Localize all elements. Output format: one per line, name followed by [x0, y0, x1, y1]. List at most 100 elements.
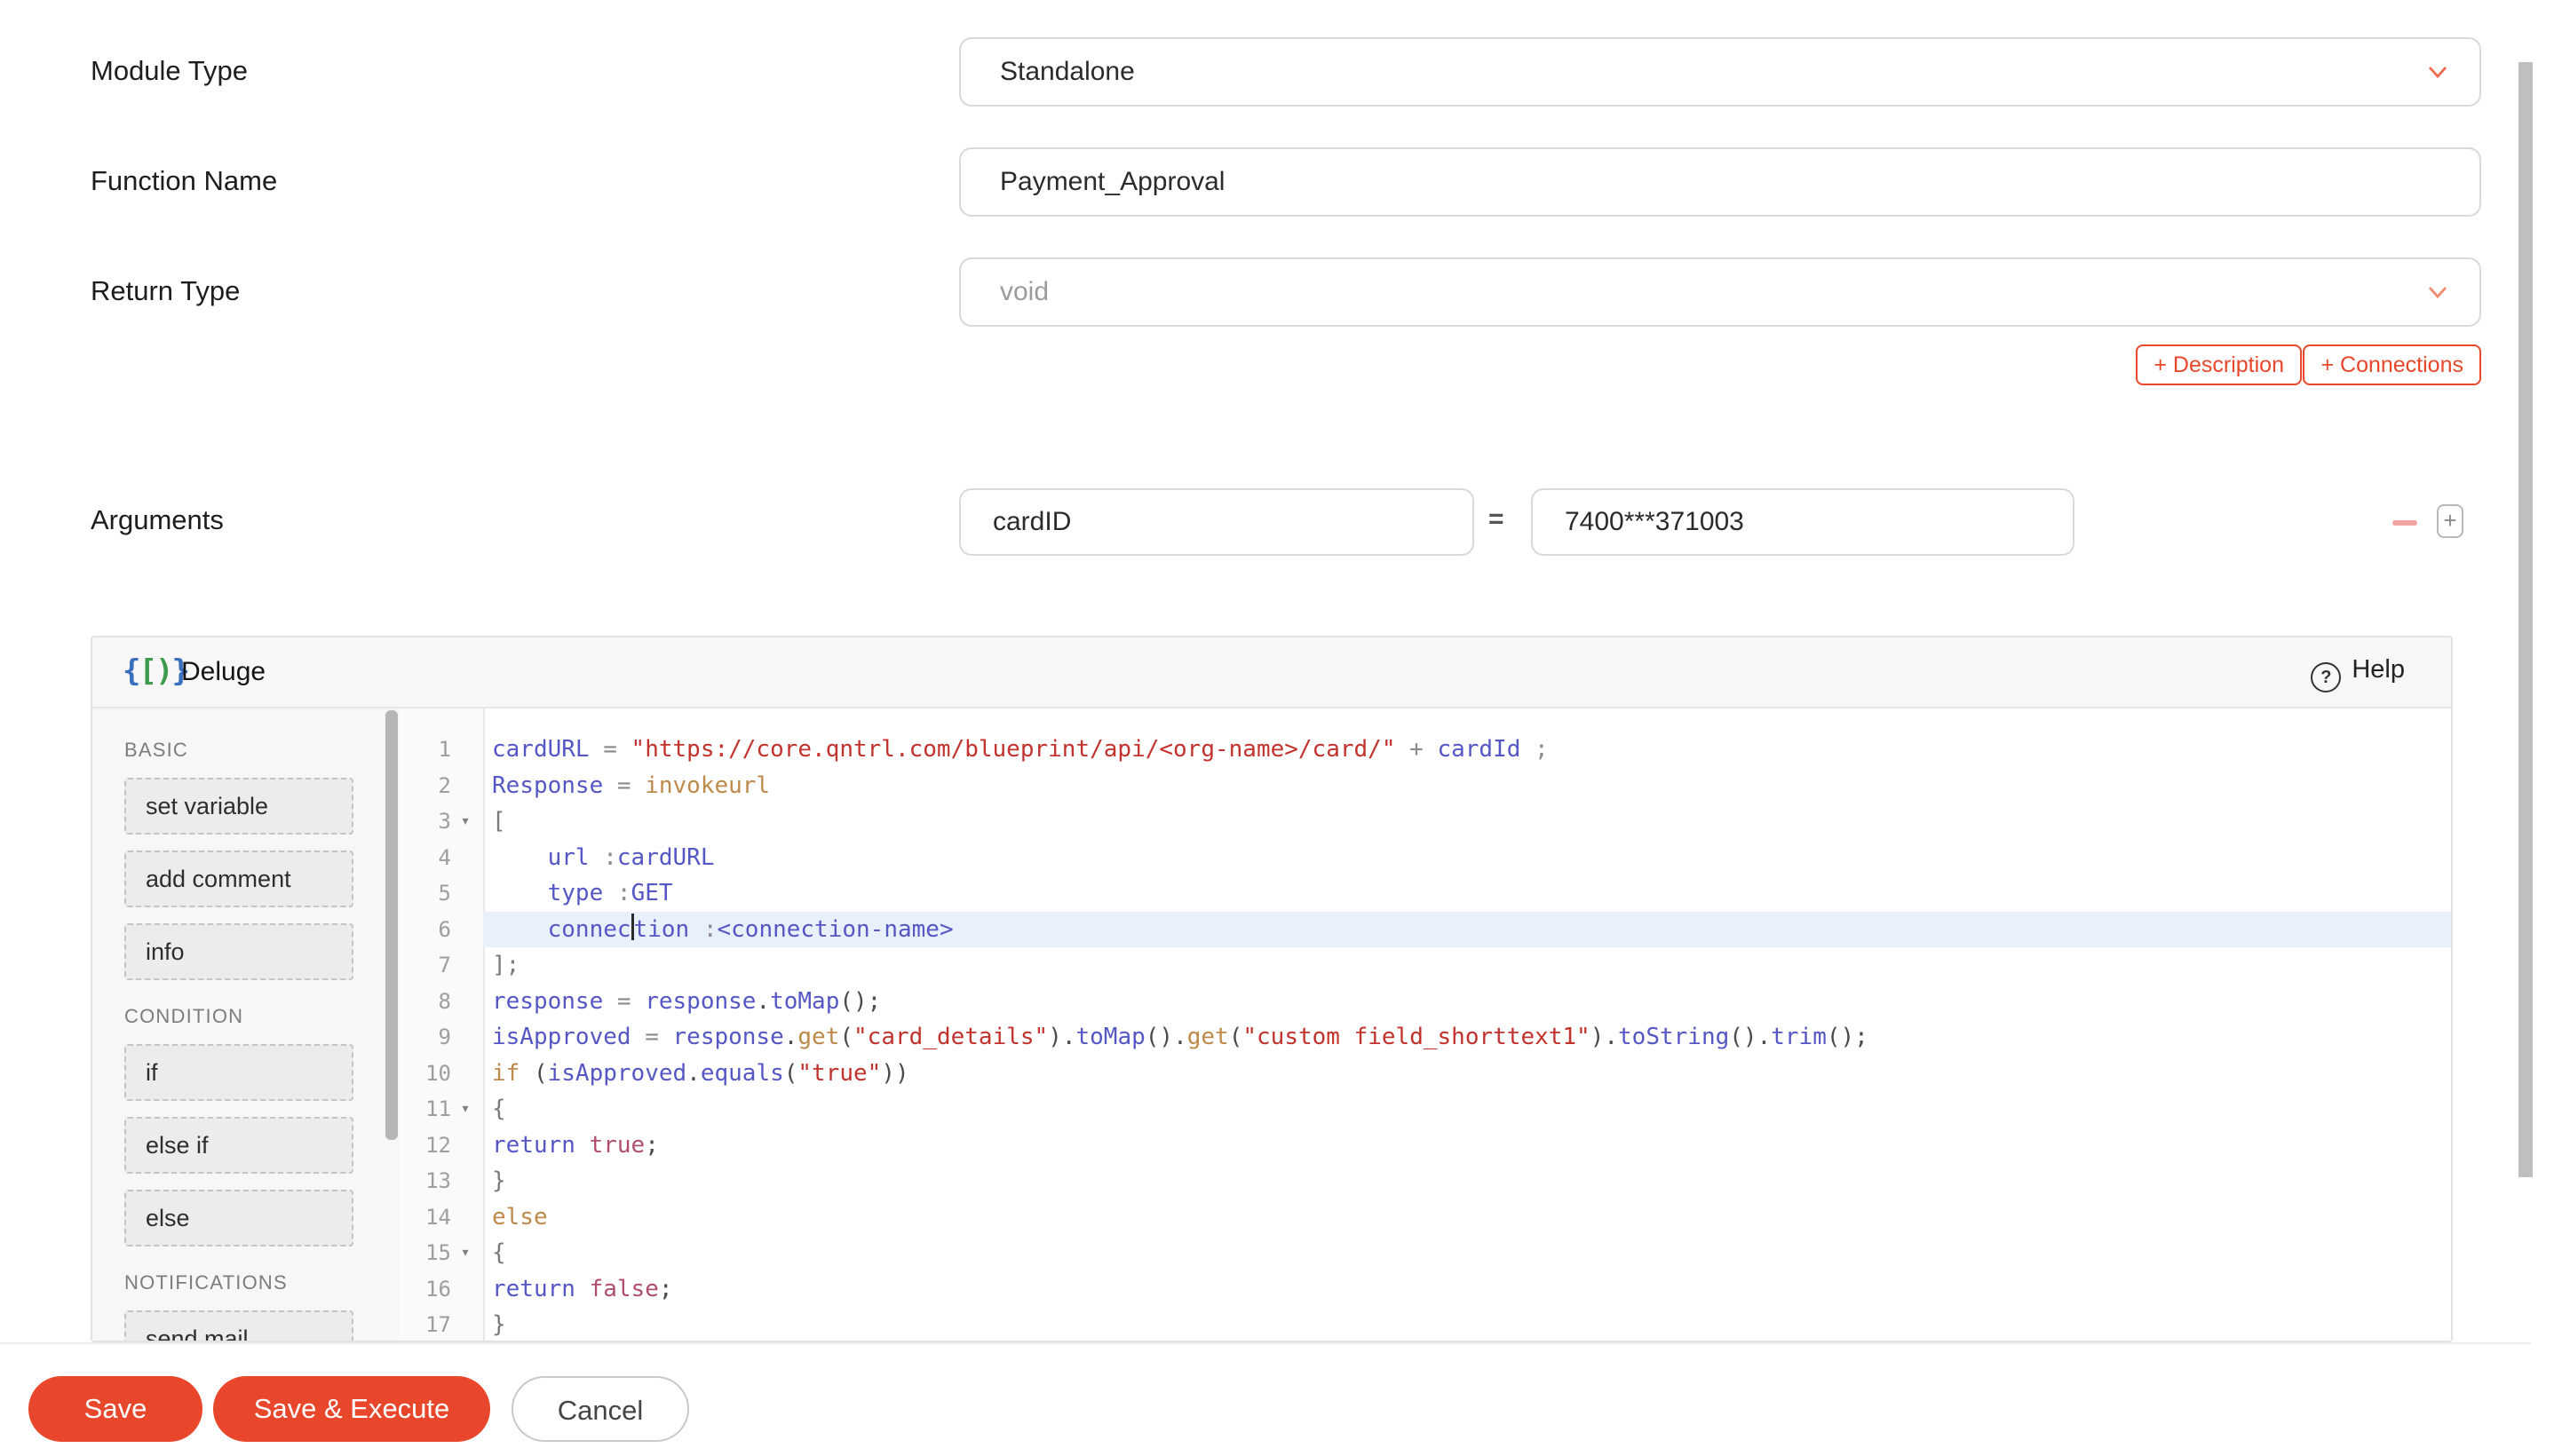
line-number: 16	[400, 1271, 483, 1308]
code-text: else	[483, 1199, 2451, 1236]
editor-title: Deluge	[181, 657, 266, 687]
line-number: 4	[400, 840, 483, 876]
line-number: 17	[400, 1307, 483, 1341]
add-description-button[interactable]: + Description	[2136, 344, 2302, 385]
save-execute-button[interactable]: Save & Execute	[213, 1376, 490, 1442]
code-line[interactable]: 9isApproved = response.get("card_details…	[400, 1019, 2451, 1056]
line-number: 5	[400, 875, 483, 912]
help-icon: ?	[2311, 662, 2341, 692]
fold-arrow-icon[interactable]: ▾	[451, 1235, 480, 1271]
editor-header: {[)} Deluge ? Help	[92, 637, 2451, 708]
sidebar-scrollbar-thumb[interactable]	[385, 710, 398, 1140]
line-number: 15▾	[400, 1235, 483, 1271]
code-line[interactable]: 13}	[400, 1163, 2451, 1199]
fold-arrow-icon[interactable]: ▾	[451, 803, 480, 840]
sidebar-section-title: BASIC	[124, 739, 400, 762]
help-label: Help	[2352, 655, 2405, 684]
code-line[interactable]: 17}	[400, 1307, 2451, 1341]
line-number: 1	[400, 732, 483, 768]
equals-sign: =	[1488, 504, 1504, 534]
code-text: if (isApproved.equals("true"))	[483, 1056, 2451, 1092]
code-text: return false;	[483, 1271, 2451, 1308]
line-number: 7	[400, 947, 483, 984]
sidebar-item-else[interactable]: else	[124, 1190, 353, 1246]
code-text: {	[483, 1091, 2451, 1128]
function-name-label: Function Name	[91, 165, 277, 197]
sidebar-section-title: CONDITION	[124, 1005, 400, 1028]
page-scrollbar-thumb[interactable]	[2518, 62, 2533, 1177]
code-line[interactable]: 12return true;	[400, 1128, 2451, 1164]
code-text: [	[483, 803, 2451, 840]
code-text: response = response.toMap();	[483, 984, 2451, 1020]
line-number: 6	[400, 912, 483, 948]
argument-value-text: 7400***371003	[1565, 490, 1744, 554]
cancel-button[interactable]: Cancel	[512, 1376, 689, 1442]
line-number: 8	[400, 984, 483, 1020]
code-text: return true;	[483, 1128, 2451, 1164]
return-type-value: void	[1000, 259, 1049, 325]
line-number: 11▾	[400, 1091, 483, 1128]
code-line[interactable]: 15▾{	[400, 1235, 2451, 1271]
function-name-value: Payment_Approval	[1000, 149, 1225, 215]
fold-arrow-icon[interactable]: ▾	[451, 1091, 480, 1128]
arguments-label: Arguments	[91, 504, 224, 536]
code-line[interactable]: 11▾{	[400, 1091, 2451, 1128]
code-line[interactable]: 1cardURL = "https://core.qntrl.com/bluep…	[400, 732, 2451, 768]
sidebar-item-if[interactable]: if	[124, 1044, 353, 1101]
line-number: 14	[400, 1199, 483, 1236]
code-text: }	[483, 1307, 2451, 1341]
code-line[interactable]: 14else	[400, 1199, 2451, 1236]
sidebar-item-set-variable[interactable]: set variable	[124, 778, 353, 835]
deluge-logo-icon: {[)}	[123, 653, 188, 689]
function-editor-page: Module Type Function Name Return Type Ar…	[0, 0, 2570, 1456]
code-text: {	[483, 1235, 2451, 1271]
module-type-select[interactable]: Standalone	[959, 37, 2481, 107]
active-code-text: connection :<connection-name>	[483, 912, 2451, 948]
line-number: 2	[400, 768, 483, 804]
code-line[interactable]: 8response = response.toMap();	[400, 984, 2451, 1020]
chevron-down-icon	[2428, 285, 2447, 299]
code-text: Response = invokeurl	[483, 768, 2451, 804]
editor-sidebar: BASIC set variable add comment info CONDITIO…	[92, 708, 400, 1341]
argument-value-input[interactable]: 7400***371003	[1531, 488, 2074, 556]
sidebar-item-add-comment[interactable]: add comment	[124, 851, 353, 907]
code-scroller[interactable]: 1cardURL = "https://core.qntrl.com/bluep…	[400, 708, 2451, 1341]
add-connections-button[interactable]: + Connections	[2303, 344, 2481, 385]
editor-body: BASIC set variable add comment info CONDITIO…	[92, 708, 2451, 1341]
deluge-editor-panel: {[)} Deluge ? Help BASIC set variable add c…	[91, 636, 2453, 1342]
code-line[interactable]: 6 connection :<connection-name>	[400, 912, 2451, 948]
add-argument-icon[interactable]: +	[2437, 504, 2463, 538]
code-text: url :cardURL	[483, 840, 2451, 876]
footer-divider	[0, 1342, 2531, 1344]
code-line[interactable]: 2Response = invokeurl	[400, 768, 2451, 804]
code-line[interactable]: 7];	[400, 947, 2451, 984]
code-text: ];	[483, 947, 2451, 984]
code-line[interactable]: 16return false;	[400, 1271, 2451, 1308]
line-number: 12	[400, 1128, 483, 1164]
argument-name-value: cardID	[993, 490, 1071, 554]
help-button[interactable]: ? Help	[2311, 655, 2405, 692]
code-text: }	[483, 1163, 2451, 1199]
code-text: isApproved = response.get("card_details"…	[483, 1019, 2451, 1056]
chevron-down-icon	[2428, 65, 2447, 79]
line-number: 10	[400, 1056, 483, 1092]
save-button[interactable]: Save	[28, 1376, 202, 1442]
sidebar-item-else-if[interactable]: else if	[124, 1117, 353, 1174]
return-type-select[interactable]: void	[959, 257, 2481, 327]
remove-argument-icon[interactable]	[2392, 520, 2417, 526]
return-type-label: Return Type	[91, 275, 240, 307]
line-number: 3▾	[400, 803, 483, 840]
code-line[interactable]: 4 url :cardURL	[400, 840, 2451, 876]
function-name-input[interactable]: Payment_Approval	[959, 147, 2481, 217]
code-text: type :GET	[483, 875, 2451, 912]
sidebar-item-info[interactable]: info	[124, 923, 353, 980]
module-type-value: Standalone	[1000, 39, 1135, 105]
code-text: cardURL = "https://core.qntrl.com/bluepr…	[483, 732, 2451, 768]
line-number: 13	[400, 1163, 483, 1199]
argument-name-input[interactable]: cardID	[959, 488, 1474, 556]
code-line[interactable]: 5 type :GET	[400, 875, 2451, 912]
code-line[interactable]: 3▾[	[400, 803, 2451, 840]
code-line[interactable]: 10if (isApproved.equals("true"))	[400, 1056, 2451, 1092]
sidebar-item-send-mail[interactable]: send mail	[124, 1310, 353, 1341]
line-number: 9	[400, 1019, 483, 1056]
